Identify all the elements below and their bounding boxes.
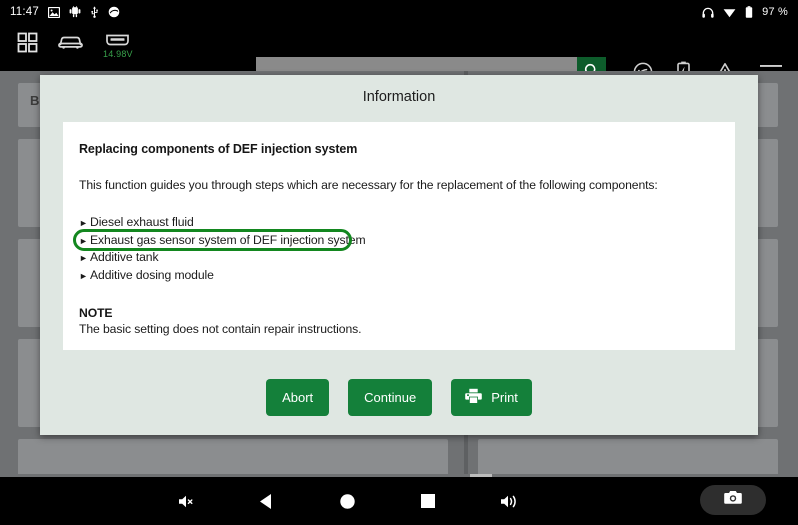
headphones-icon	[702, 7, 714, 18]
back-icon[interactable]	[258, 477, 274, 525]
information-dialog: Information Replacing components of DEF …	[40, 75, 758, 435]
list-item: ► Additive dosing module	[79, 267, 719, 285]
recents-icon[interactable]	[420, 477, 436, 525]
background-card	[478, 439, 778, 477]
system-navigation-bar	[0, 477, 798, 525]
background-card	[18, 439, 448, 477]
dialog-title: Information	[40, 75, 758, 119]
wifi-icon	[723, 7, 736, 18]
volume-up-icon[interactable]	[500, 477, 519, 525]
battery-icon	[745, 6, 753, 18]
list-item-label: Exhaust gas sensor system of DEF injecti…	[90, 233, 366, 247]
dialog-content-panel: Replacing components of DEF injection sy…	[63, 122, 735, 350]
bullet-marker-icon: ►	[79, 232, 88, 250]
obd-connector-icon[interactable]: 14.98V	[103, 32, 133, 59]
android-robot-icon	[69, 6, 81, 18]
continue-button[interactable]: Continue	[348, 379, 432, 416]
bullet-marker-icon: ►	[79, 214, 88, 232]
screenshot-button[interactable]	[700, 485, 766, 515]
list-item: ► Diesel exhaust fluid	[79, 214, 719, 232]
app-toolbar: 14.98V	[0, 24, 798, 71]
car-icon[interactable]	[58, 32, 83, 51]
status-clock: 11:47	[10, 6, 39, 18]
toolbar-left-group: 14.98V	[0, 24, 133, 71]
abort-button[interactable]: Abort	[266, 379, 329, 416]
bullet-marker-icon: ►	[79, 267, 88, 285]
usb-icon	[90, 6, 99, 18]
components-list: ► Diesel exhaust fluid ► Exhaust gas sen…	[79, 214, 719, 284]
document-heading: Replacing components of DEF injection sy…	[79, 142, 719, 156]
list-item-label: Diesel exhaust fluid	[90, 215, 194, 229]
note-text: The basic setting does not contain repai…	[79, 322, 719, 336]
bullet-marker-icon: ►	[79, 249, 88, 267]
list-item: ► Additive tank	[79, 249, 719, 267]
image-icon	[48, 7, 60, 18]
voltage-reading: 14.98V	[103, 49, 133, 59]
apps-grid-icon[interactable]	[17, 32, 38, 53]
home-icon[interactable]	[339, 477, 356, 525]
document-intro-paragraph: This function guides you through steps w…	[79, 178, 719, 192]
list-item-label: Additive tank	[90, 250, 158, 264]
camera-icon	[724, 490, 742, 510]
dialog-action-bar: Abort Continue Print	[40, 379, 758, 416]
sync-disc-icon	[108, 6, 120, 18]
device-screen: 11:47 97 %	[0, 0, 798, 525]
status-bar-right: 97 %	[702, 6, 788, 18]
status-bar-left: 11:47	[10, 6, 120, 18]
volume-down-icon[interactable]	[178, 477, 195, 525]
list-item-label: Additive dosing module	[90, 268, 214, 282]
battery-percent: 97 %	[762, 6, 788, 18]
print-button[interactable]: Print	[451, 379, 532, 416]
print-button-label: Print	[491, 390, 518, 405]
status-bar: 11:47 97 %	[0, 0, 798, 24]
list-item-highlighted: ► Exhaust gas sensor system of DEF injec…	[79, 232, 719, 250]
printer-icon	[465, 388, 482, 407]
note-heading: NOTE	[79, 306, 719, 320]
